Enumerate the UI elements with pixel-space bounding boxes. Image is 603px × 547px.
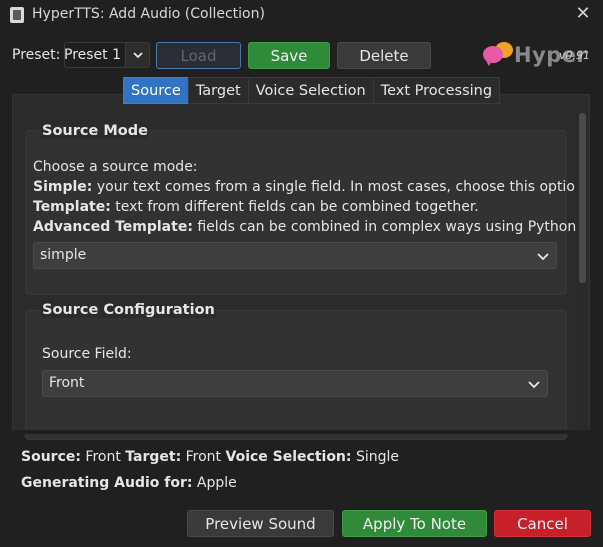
- chevron-down-icon[interactable]: [527, 377, 541, 391]
- hypertts-logo: Hyper v0.91: [481, 40, 591, 72]
- chevron-down-icon[interactable]: [536, 249, 550, 263]
- preset-value: Preset 1: [64, 47, 122, 63]
- tab-source[interactable]: Source: [123, 77, 189, 104]
- template-description: Template: text from different fields can…: [33, 199, 479, 215]
- cancel-button[interactable]: Cancel: [494, 510, 591, 537]
- delete-button[interactable]: Delete: [337, 42, 431, 69]
- save-button[interactable]: Save: [248, 42, 330, 69]
- source-mode-value: simple: [40, 247, 87, 263]
- source-configuration-title: Source Configuration: [41, 302, 216, 318]
- source-mode-intro: Choose a source mode:: [33, 159, 198, 175]
- tab-target[interactable]: Target: [187, 77, 249, 104]
- panel-scrollbar[interactable]: [576, 111, 588, 429]
- scrollbar-thumb[interactable]: [579, 113, 586, 283]
- chevron-down-icon[interactable]: [125, 43, 149, 67]
- source-mode-select[interactable]: simple: [33, 242, 557, 269]
- apply-to-note-button[interactable]: Apply To Note: [342, 510, 487, 537]
- tab-voice-selection[interactable]: Voice Selection: [247, 77, 374, 104]
- summary-line: Source: Front Target: Front Voice Select…: [21, 449, 399, 465]
- title-bar: HyperTTS: Add Audio (Collection) ✕: [0, 0, 603, 30]
- source-field-label: Source Field:: [42, 346, 132, 362]
- close-icon[interactable]: ✕: [573, 4, 593, 24]
- source-mode-title: Source Mode: [41, 123, 149, 139]
- window-title: HyperTTS: Add Audio (Collection): [32, 6, 265, 22]
- tab-text-processing[interactable]: Text Processing: [372, 77, 501, 104]
- version-label: v0.91: [559, 49, 591, 62]
- preview-sound-button[interactable]: Preview Sound: [187, 510, 334, 537]
- generating-audio-line: Generating Audio for: Apple: [21, 475, 237, 491]
- load-button[interactable]: Load: [156, 42, 241, 69]
- preset-label: Preset:: [12, 47, 61, 63]
- tab-bar: Source Target Voice Selection Text Proce…: [123, 77, 501, 104]
- advanced-template-description: Advanced Template: fields can be combine…: [33, 219, 581, 235]
- source-field-select[interactable]: Front: [42, 370, 548, 397]
- preset-select[interactable]: Preset 1: [64, 42, 150, 68]
- app-icon: [10, 7, 24, 23]
- source-field-value: Front: [49, 375, 85, 391]
- simple-description: Simple: your text comes from a single fi…: [33, 179, 589, 195]
